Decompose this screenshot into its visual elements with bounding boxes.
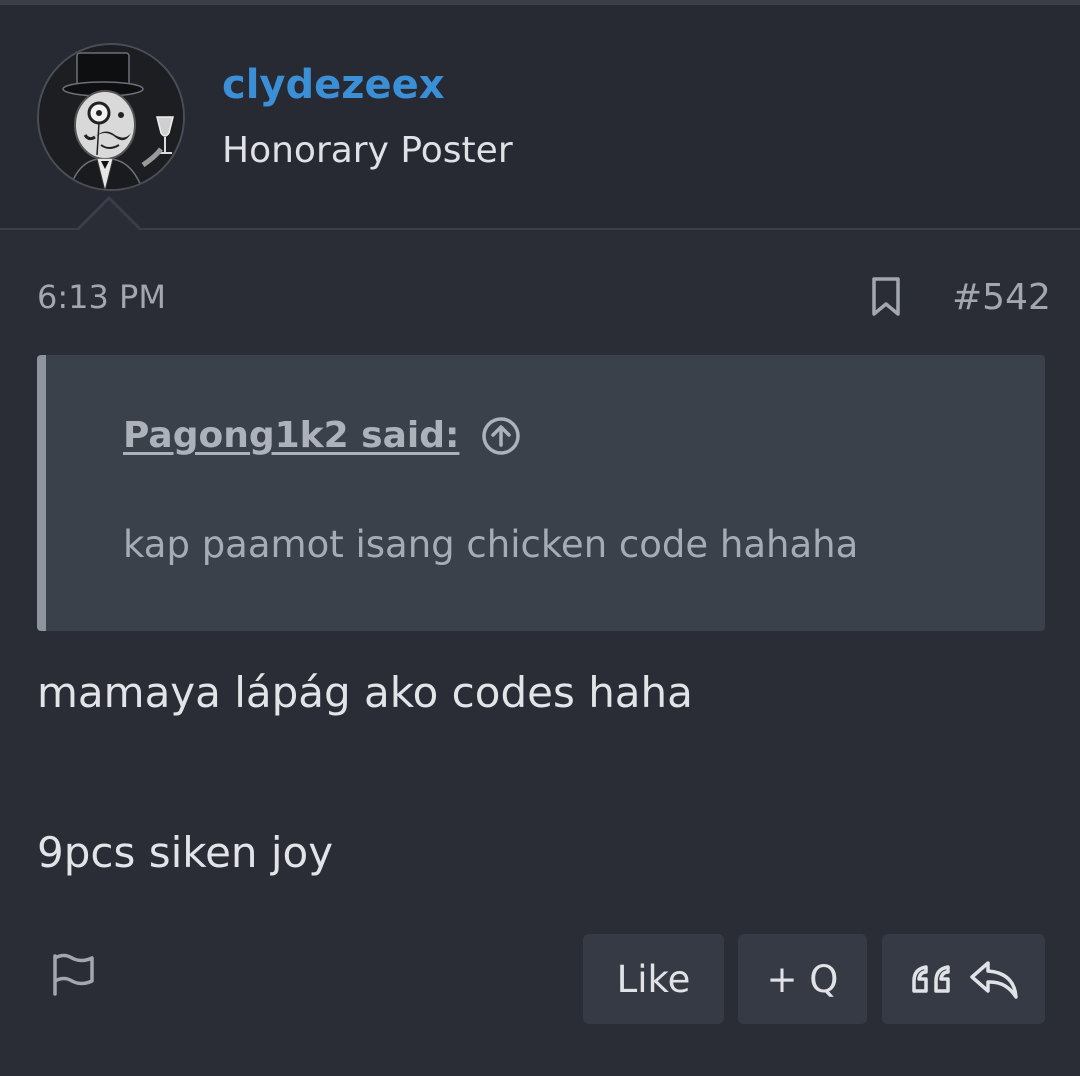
reply-icon <box>969 961 1018 999</box>
like-label: Like <box>616 957 691 1001</box>
quote-icon <box>911 965 950 993</box>
user-title: Honorary Poster <box>222 130 513 171</box>
multi-quote-button[interactable]: + Q <box>738 934 867 1024</box>
like-button[interactable]: Like <box>583 934 724 1024</box>
quote-text: kap paamot isang chicken code hahaha <box>123 523 859 566</box>
quote-block: Pagong1k2 said: kap paamot isang chicken… <box>37 355 1045 631</box>
quote-header: Pagong1k2 said: <box>123 415 521 456</box>
header-divider <box>0 228 1080 230</box>
avatar[interactable] <box>37 43 185 191</box>
post-timestamp[interactable]: 6:13 PM <box>37 278 166 316</box>
flag-icon[interactable] <box>50 950 96 996</box>
post-body-line: 9pcs siken joy <box>37 828 334 877</box>
bookmark-icon[interactable] <box>868 276 904 318</box>
jump-to-quote-icon[interactable] <box>481 416 521 456</box>
post-number[interactable]: #542 <box>952 277 1051 318</box>
username[interactable]: clydezeex <box>222 62 445 108</box>
post-body-line: mamaya lápág ako codes haha <box>37 668 693 717</box>
quote-author-link[interactable]: Pagong1k2 said: <box>123 415 459 456</box>
multi-quote-label: + Q <box>766 957 839 1001</box>
avatar-monocle-top-hat-icon <box>39 45 183 189</box>
quote-reply-button[interactable] <box>882 934 1045 1024</box>
